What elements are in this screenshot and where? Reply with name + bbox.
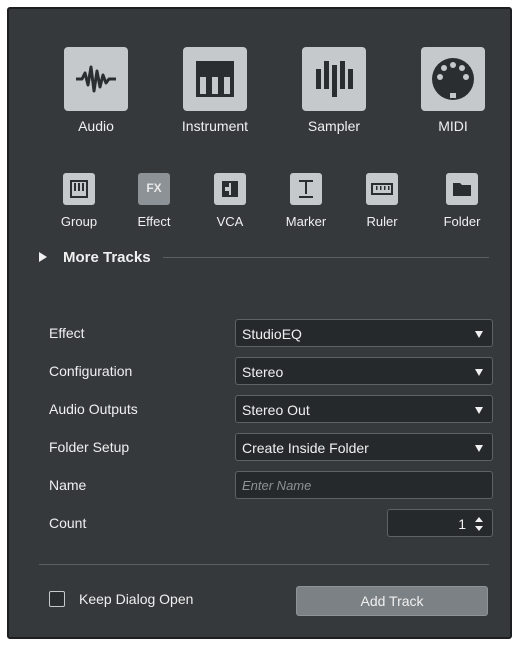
dropdown-arrow-icon [475, 445, 483, 452]
track-type-midi[interactable]: MIDI [398, 47, 508, 134]
track-type-instrument[interactable]: Instrument [160, 47, 270, 134]
name-label: Name [49, 477, 87, 493]
name-row: Name [49, 471, 493, 501]
folder-icon [446, 173, 478, 205]
add-track-button[interactable]: Add Track [296, 586, 488, 616]
folder-setup-row: Folder Setup Create Inside Folder [49, 433, 493, 463]
effect-value: StudioEQ [242, 326, 302, 342]
track-type-marker[interactable]: Marker [271, 173, 341, 229]
sampler-bars-icon [302, 47, 366, 111]
configuration-row: Configuration Stereo [49, 357, 493, 387]
track-type-label: Group [60, 214, 98, 229]
audio-outputs-dropdown[interactable]: Stereo Out [235, 395, 493, 423]
configuration-dropdown[interactable]: Stereo [235, 357, 493, 385]
track-type-label: Instrument [181, 118, 249, 134]
count-label: Count [49, 515, 87, 531]
audio-waveform-icon [64, 47, 128, 111]
group-icon [63, 173, 95, 205]
audio-outputs-row: Audio Outputs Stereo Out [49, 395, 493, 425]
track-type-label: VCA [216, 214, 244, 229]
count-row: Count 1 [49, 509, 493, 539]
track-type-label: Ruler [366, 214, 398, 229]
effect-dropdown[interactable]: StudioEQ [235, 319, 493, 347]
count-stepper[interactable]: 1 [387, 509, 493, 537]
keep-dialog-open-label: Keep Dialog Open [79, 591, 194, 607]
folder-setup-label: Folder Setup [49, 439, 130, 455]
vca-icon [214, 173, 246, 205]
small-track-type-row: Group FX Effect VCA Marker Ruler Folder [9, 173, 510, 235]
folder-setup-dropdown[interactable]: Create Inside Folder [235, 433, 493, 461]
dropdown-arrow-icon [475, 407, 483, 414]
track-type-label: Sampler [307, 118, 361, 134]
dropdown-arrow-icon [475, 369, 483, 376]
track-type-label: Audio [78, 118, 114, 134]
expand-triangle-icon [39, 252, 47, 262]
ruler-icon [366, 173, 398, 205]
midi-connector-icon [421, 47, 485, 111]
count-value: 1 [458, 516, 466, 532]
configuration-label: Configuration [49, 363, 133, 379]
track-type-ruler[interactable]: Ruler [347, 173, 417, 229]
audio-outputs-label: Audio Outputs [49, 401, 138, 417]
stepper-arrows-icon[interactable] [474, 515, 484, 533]
track-type-label: Marker [285, 214, 327, 229]
folder-setup-value: Create Inside Folder [242, 440, 369, 456]
track-type-folder[interactable]: Folder [427, 173, 497, 229]
track-type-audio[interactable]: Audio [41, 47, 151, 134]
track-type-label: Effect [137, 214, 171, 229]
effect-label: Effect [49, 325, 85, 341]
more-tracks-toggle[interactable]: More Tracks [39, 246, 489, 268]
divider [162, 256, 489, 258]
track-type-sampler[interactable]: Sampler [279, 47, 389, 134]
track-type-row: Audio Instrument Sampler MIDI [9, 47, 510, 147]
more-tracks-label: More Tracks [63, 248, 151, 266]
track-type-label: MIDI [438, 118, 468, 134]
configuration-value: Stereo [242, 364, 284, 380]
fx-badge: FX [146, 181, 162, 195]
audio-outputs-value: Stereo Out [242, 402, 310, 418]
name-input[interactable] [235, 471, 493, 499]
fx-icon: FX [138, 173, 170, 205]
add-track-dialog: Audio Instrument Sampler MIDI Group FX E… [7, 7, 512, 639]
keep-dialog-open-checkbox[interactable] [49, 591, 65, 607]
track-type-group[interactable]: Group [44, 173, 114, 229]
footer-divider [39, 564, 489, 565]
dropdown-arrow-icon [475, 331, 483, 338]
keep-dialog-open-option[interactable]: Keep Dialog Open [49, 591, 193, 607]
marker-icon [290, 173, 322, 205]
effect-row: Effect StudioEQ [49, 319, 493, 349]
track-type-effect[interactable]: FX Effect [119, 173, 189, 229]
piano-keys-icon [183, 47, 247, 111]
track-type-label: Folder [443, 214, 481, 229]
track-type-vca[interactable]: VCA [195, 173, 265, 229]
